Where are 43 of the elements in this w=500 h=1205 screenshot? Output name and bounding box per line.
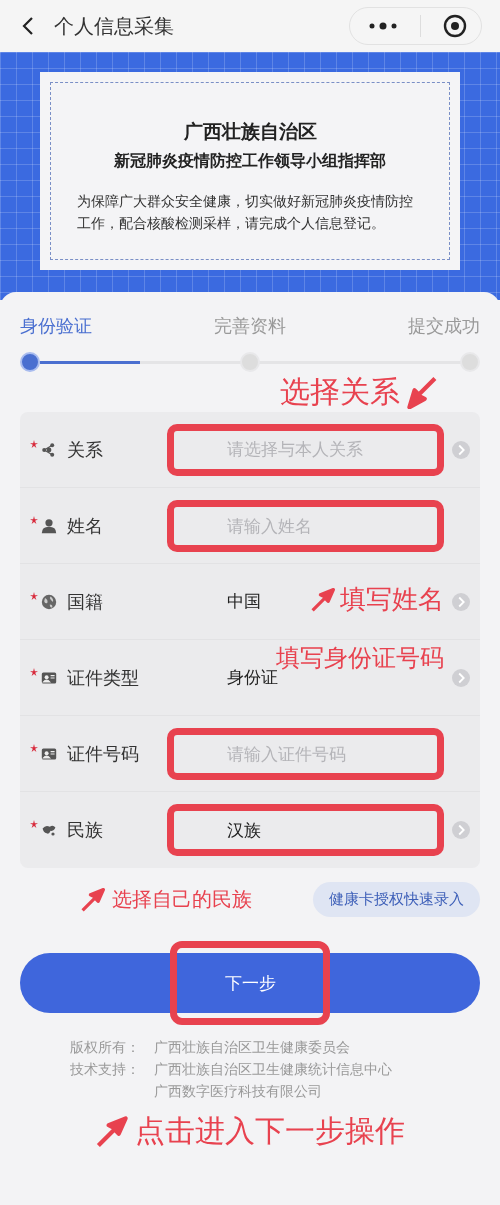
step-tab[interactable]: 完善资料	[214, 314, 286, 338]
quick-fill-button[interactable]: 健康卡授权快速录入	[313, 882, 480, 917]
chevron-icon[interactable]	[452, 440, 470, 459]
notice-text: 为保障广大群众安全健康，切实做好新冠肺炎疫情防控工作，配合核酸检测采样，请完成个人信息登记。	[76, 192, 414, 233]
person-icon	[41, 517, 57, 534]
annotation-text: 点击进入下一步操作	[135, 1112, 405, 1150]
more-icon[interactable]	[368, 22, 398, 30]
share-icon	[41, 441, 57, 458]
annotation-arrow	[95, 1114, 129, 1149]
chevron-icon[interactable]	[452, 592, 470, 611]
id-card-icon	[41, 669, 57, 686]
annotation-text: 填写姓名	[340, 583, 444, 616]
field-label: 国籍	[67, 589, 104, 614]
notice-subtitle: 新冠肺炎疫情防控工作领导小组指挥部	[113, 151, 387, 172]
annotation-arrow	[310, 586, 336, 613]
select-field[interactable]: 身份证	[227, 666, 278, 689]
close-icon[interactable]	[443, 14, 467, 38]
annotation-text: 选择关系	[280, 372, 400, 411]
footer-label: 版权所有：	[70, 1039, 141, 1057]
next-button[interactable]: 下一步	[20, 953, 480, 1013]
annotation-text: 选择自己的民族	[112, 886, 252, 913]
footer-label: 技术支持：	[70, 1061, 141, 1079]
field-label: 关系	[67, 437, 104, 462]
annotation-text: 填写身份证号码	[276, 643, 444, 672]
footer-text: 广西壮族自治区卫生健康委员会	[154, 1039, 350, 1057]
step-tab[interactable]: 身份验证	[20, 314, 92, 338]
chevron-icon[interactable]	[452, 821, 470, 839]
notice-title: 广西壮族自治区	[182, 119, 318, 144]
annotation-arrow	[80, 886, 106, 913]
id-card-icon	[41, 745, 57, 762]
back-icon[interactable]	[22, 16, 34, 36]
step-tab[interactable]: 提交成功	[408, 314, 480, 338]
field-label: 证件号码	[67, 741, 140, 766]
field-label: 姓名	[67, 513, 104, 538]
select-field[interactable]: 中国	[227, 590, 261, 613]
footer-text: 广西壮族自治区卫生健康统计信息中心	[154, 1061, 392, 1079]
select-field[interactable]: 汉族	[227, 818, 261, 842]
page-title: 个人信息采集	[54, 12, 175, 40]
globe-icon	[41, 593, 57, 610]
chevron-icon[interactable]	[452, 668, 470, 687]
footer-text: 广西数字医疗科技有限公司	[154, 1083, 323, 1101]
field-label: 证件类型	[67, 665, 140, 690]
field-label: 民族	[67, 818, 104, 842]
